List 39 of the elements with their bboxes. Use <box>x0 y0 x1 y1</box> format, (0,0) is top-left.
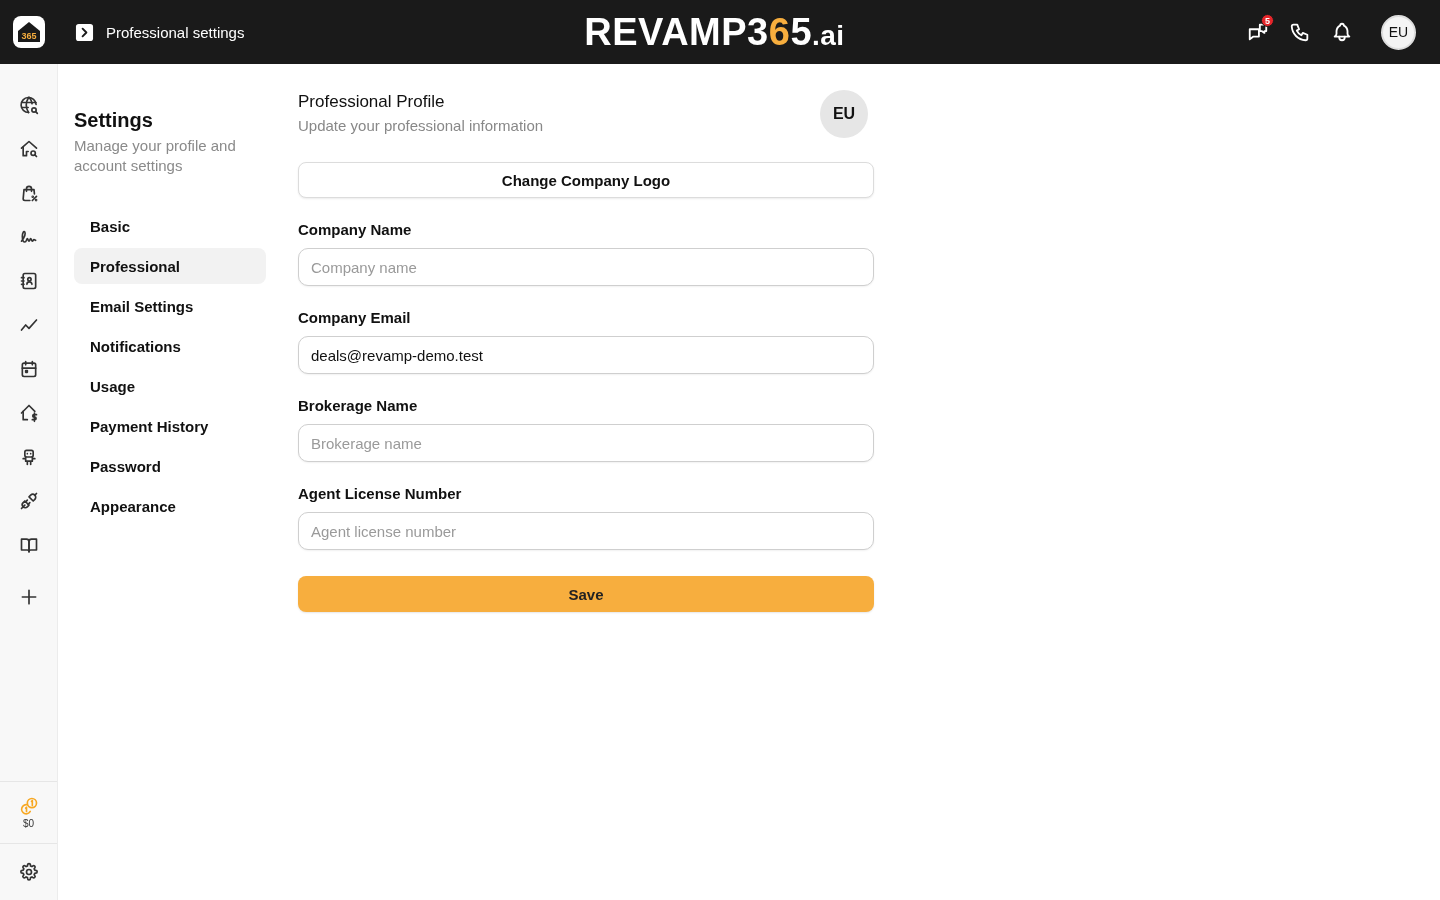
plug-icon[interactable] <box>18 491 39 511</box>
input-field[interactable]: Agent license number <box>298 512 874 550</box>
house-dollar-icon[interactable] <box>18 403 39 423</box>
credits-balance: $0 <box>22 818 35 829</box>
input-field[interactable]: Company name <box>298 248 874 286</box>
house-search-icon[interactable] <box>18 139 39 159</box>
settings-nav-item[interactable]: Password <box>74 448 266 484</box>
phone-icon[interactable] <box>1289 21 1311 43</box>
settings-nav-item[interactable]: Appearance <box>74 488 266 524</box>
globe-search-icon[interactable] <box>18 95 39 115</box>
open-book-icon[interactable] <box>18 535 39 555</box>
settings-title: Settings <box>74 108 154 132</box>
field-label: Company Name <box>298 220 413 240</box>
section-title: Professional Profile <box>298 91 446 113</box>
field-label: Agent License Number <box>298 484 463 504</box>
settings-nav-item[interactable]: Basic <box>74 208 266 244</box>
contact-book-icon[interactable] <box>18 271 39 291</box>
sidebar-toggle-icon[interactable] <box>75 22 94 42</box>
settings-icon[interactable] <box>18 862 39 882</box>
settings-subtitle: Manage your profile and account settings <box>74 136 237 176</box>
brand-logo: REVAMP365.ai <box>584 13 845 51</box>
user-avatar[interactable]: EU <box>1381 14 1416 50</box>
settings-nav-item[interactable]: Email Settings <box>74 288 266 324</box>
bell-icon[interactable] <box>1331 21 1353 43</box>
change-logo-button[interactable]: Change Company Logo <box>298 162 874 198</box>
field-label: Brokerage Name <box>298 396 419 416</box>
settings-nav-item[interactable]: Notifications <box>74 328 266 364</box>
notification-badge: 5 <box>1261 14 1274 27</box>
page-title: Professional settings <box>106 23 245 41</box>
app-logo[interactable]: 365 <box>13 16 45 48</box>
section-subtitle: Update your professional information <box>298 116 544 136</box>
input-field[interactable]: Brokerage name <box>298 424 874 462</box>
settings-nav-item[interactable]: Payment History <box>74 408 266 444</box>
settings-nav-item[interactable]: Professional <box>74 248 266 284</box>
field-label: Company Email <box>298 308 412 328</box>
profile-avatar: EU <box>820 90 868 138</box>
settings-nav-item[interactable]: Usage <box>74 368 266 404</box>
save-button[interactable]: Save <box>298 576 874 612</box>
input-field[interactable]: deals@revamp-demo.test <box>298 336 874 374</box>
